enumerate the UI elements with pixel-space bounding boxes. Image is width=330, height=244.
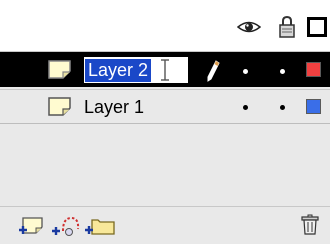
lock-icon[interactable] bbox=[277, 15, 297, 39]
visibility-toggle[interactable] bbox=[243, 105, 248, 110]
insert-layer-icon[interactable] bbox=[18, 215, 44, 235]
layers-footer-toolbar bbox=[0, 206, 330, 244]
layer-name-label: Layer 2 bbox=[85, 59, 152, 82]
lock-toggle[interactable] bbox=[280, 105, 285, 110]
lock-toggle[interactable] bbox=[280, 69, 285, 74]
add-motion-guide-icon[interactable] bbox=[51, 215, 81, 237]
outline-color-swatch[interactable] bbox=[306, 99, 321, 114]
pencil-icon bbox=[207, 60, 220, 82]
layer-page-icon bbox=[48, 97, 71, 116]
layer-name-label: Layer 1 bbox=[84, 97, 145, 117]
layers-header bbox=[0, 0, 330, 52]
visibility-toggle[interactable] bbox=[243, 69, 248, 74]
trash-icon[interactable] bbox=[300, 214, 320, 236]
timeline-layers-panel: Layer 2 Layer 1 bbox=[0, 0, 330, 244]
insert-layer-folder-icon[interactable] bbox=[84, 215, 116, 235]
outline-color-swatch[interactable] bbox=[306, 62, 321, 77]
layer-row-layer-1[interactable]: Layer 1 bbox=[0, 89, 330, 124]
eye-icon[interactable] bbox=[236, 15, 262, 39]
text-cursor-icon bbox=[161, 59, 169, 81]
layer-page-icon bbox=[48, 60, 71, 79]
layer-row-layer-2[interactable]: Layer 2 bbox=[0, 52, 330, 87]
outline-icon[interactable] bbox=[306, 15, 328, 39]
